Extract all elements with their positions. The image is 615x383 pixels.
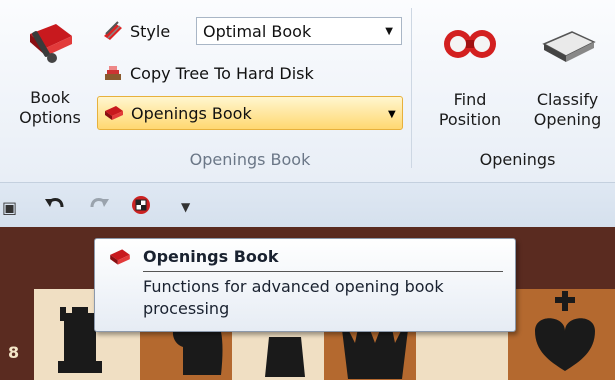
find-position-button[interactable]: Find Position <box>424 20 516 130</box>
group-label-openings-book: Openings Book <box>189 150 311 169</box>
copy-tree-button[interactable]: Copy Tree To Hard Disk <box>102 62 314 84</box>
black-king-icon[interactable] <box>525 291 605 371</box>
chevron-down-icon: ▼ <box>385 26 393 37</box>
find-position-icon <box>444 30 496 58</box>
ribbon: Book Options Style Optimal Book ▼ Copy T… <box>0 0 615 183</box>
openings-book-dropdown-icon: ▼ <box>388 109 396 120</box>
book-options-icon <box>30 24 72 63</box>
find-position-label: Find Position <box>438 90 502 129</box>
classify-opening-button[interactable]: Classify Opening <box>520 20 615 130</box>
style-row: Style <box>102 20 170 42</box>
group-separator <box>411 8 412 168</box>
classify-opening-label: Classify Opening <box>533 90 602 129</box>
openings-book-icon <box>110 249 130 265</box>
undo-icon[interactable] <box>44 195 66 215</box>
style-select-value: Optimal Book <box>203 22 312 41</box>
save-icon[interactable]: ▣ <box>2 198 17 217</box>
tooltip-divider <box>143 271 503 272</box>
tooltip-description: Functions for advanced opening book proc… <box>143 277 444 318</box>
classify-opening-icon <box>541 31 596 62</box>
customize-icon[interactable]: ▼ <box>181 200 190 214</box>
redo-icon[interactable] <box>88 195 110 215</box>
tooltip: Openings Book Functions for advanced ope… <box>94 238 516 332</box>
tooltip-title: Openings Book <box>143 247 279 266</box>
copy-tree-label: Copy Tree To Hard Disk <box>130 63 314 83</box>
style-select[interactable]: Optimal Book ▼ <box>196 17 402 45</box>
style-icon <box>104 21 122 40</box>
openings-book-label: Openings Book <box>131 103 252 123</box>
openings-book-row: Openings Book <box>103 102 252 124</box>
engine-icon[interactable] <box>130 194 152 216</box>
book-options-label: Book Options <box>19 88 81 127</box>
style-label: Style <box>130 21 171 41</box>
rank-label: 8 <box>8 343 20 362</box>
group-label-openings: Openings <box>479 150 556 169</box>
copy-tree-icon <box>105 66 121 80</box>
openings-book-icon <box>105 106 123 120</box>
book-options-button[interactable]: Book Options <box>6 14 94 128</box>
